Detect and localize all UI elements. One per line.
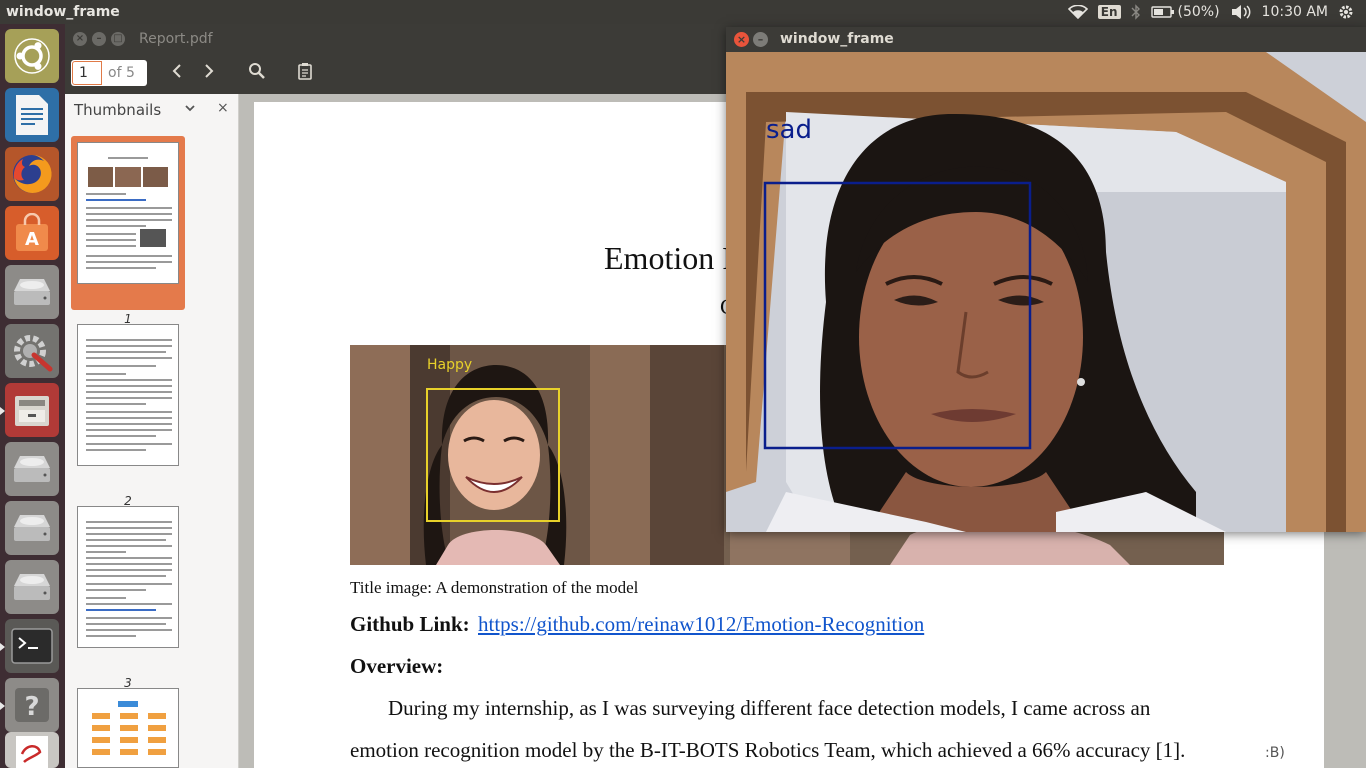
sidebar-header: Thumbnails × bbox=[65, 94, 238, 126]
chevron-left-icon bbox=[172, 64, 181, 78]
disk-icon[interactable] bbox=[5, 265, 59, 319]
clipboard-icon bbox=[298, 63, 312, 80]
page-number-input[interactable]: 1 bbox=[72, 61, 102, 85]
sidebar-title[interactable]: Thumbnails bbox=[74, 101, 161, 119]
app-title: window_frame bbox=[6, 4, 120, 20]
battery-percent: (50%) bbox=[1177, 4, 1220, 20]
clock[interactable]: 10:30 AM bbox=[1262, 4, 1328, 20]
camera-window-title: window_frame bbox=[780, 31, 894, 47]
chevron-right-icon bbox=[205, 64, 214, 78]
wifi-icon[interactable] bbox=[1067, 5, 1088, 19]
github-label: Github Link: bbox=[350, 612, 470, 636]
firefox-icon[interactable] bbox=[5, 147, 59, 201]
close-button[interactable]: × bbox=[734, 32, 749, 47]
partial-background-text: :B) bbox=[1265, 745, 1285, 761]
document-title: Emotion R bbox=[604, 240, 744, 276]
camera-window: × – window_frame sad bbox=[726, 27, 1366, 532]
minimize-button[interactable]: – bbox=[753, 32, 768, 47]
thumbnail-page-4[interactable] bbox=[77, 688, 179, 768]
thumbnail-page-2[interactable] bbox=[77, 324, 179, 466]
page-selector: 1 of 5 bbox=[71, 60, 147, 86]
running-indicator bbox=[0, 702, 5, 710]
annotations-button[interactable] bbox=[293, 62, 317, 86]
hero-emotion-label: Happy bbox=[427, 357, 472, 373]
camera-window-titlebar: × – window_frame bbox=[726, 27, 1366, 52]
libreoffice-writer-icon[interactable] bbox=[5, 88, 59, 142]
terminal-icon[interactable] bbox=[0, 619, 59, 673]
github-link[interactable]: https://github.com/reinaw1012/Emotion-Re… bbox=[478, 612, 924, 637]
maximize-button[interactable]: □ bbox=[111, 32, 125, 46]
system-settings-icon[interactable] bbox=[5, 324, 59, 378]
document-viewer-icon[interactable] bbox=[5, 732, 59, 768]
software-center-icon[interactable]: A bbox=[5, 206, 59, 260]
minimize-button[interactable]: – bbox=[92, 32, 106, 46]
running-indicator bbox=[0, 643, 5, 651]
battery-icon bbox=[1150, 6, 1174, 18]
disk-icon[interactable] bbox=[5, 501, 59, 555]
search-button[interactable] bbox=[245, 62, 269, 86]
indicator-area: En (50%) 10:30 AM bbox=[1067, 0, 1366, 24]
paragraph-line: During my internship, as I was surveying… bbox=[388, 696, 1151, 720]
page-total: of 5 bbox=[108, 65, 135, 81]
help-icon[interactable]: ? bbox=[0, 678, 59, 732]
detected-emotion-label: sad bbox=[766, 115, 812, 145]
svg-text:?: ? bbox=[24, 692, 39, 722]
disk-icon[interactable] bbox=[5, 442, 59, 496]
running-indicator bbox=[0, 407, 5, 415]
close-button[interactable]: × bbox=[73, 32, 87, 46]
svg-text:A: A bbox=[25, 229, 39, 250]
camera-feed: sad bbox=[726, 52, 1366, 532]
launcher: A ? bbox=[0, 24, 65, 768]
battery-indicator[interactable]: (50%) bbox=[1150, 4, 1220, 20]
bluetooth-icon[interactable] bbox=[1131, 4, 1141, 20]
keyboard-layout-indicator[interactable]: En bbox=[1097, 5, 1121, 19]
search-icon bbox=[249, 63, 265, 79]
overview-heading: Overview: bbox=[350, 654, 444, 678]
thumbnail-page-1[interactable] bbox=[77, 142, 179, 284]
image-caption: Title image: A demonstration of the mode… bbox=[350, 578, 639, 597]
file-manager-icon[interactable] bbox=[0, 383, 59, 437]
volume-icon[interactable] bbox=[1230, 4, 1252, 20]
window-title: Report.pdf bbox=[139, 31, 213, 47]
close-sidebar-button[interactable]: × bbox=[217, 100, 229, 116]
ubuntu-logo-icon[interactable] bbox=[5, 29, 59, 83]
paragraph-line: emotion recognition model by the B-IT-BO… bbox=[350, 738, 1186, 762]
top-panel: window_frame En (50%) 10:30 AM bbox=[0, 0, 1366, 24]
next-page-button[interactable] bbox=[197, 62, 221, 86]
thumbnails-sidebar: Thumbnails × 1 2 3 bbox=[65, 94, 239, 768]
thumbnail-page-3[interactable] bbox=[77, 506, 179, 648]
disk-icon[interactable] bbox=[5, 560, 59, 614]
settings-gear-icon[interactable] bbox=[1338, 4, 1354, 20]
chevron-down-icon[interactable] bbox=[184, 102, 196, 116]
previous-page-button[interactable] bbox=[165, 62, 189, 86]
